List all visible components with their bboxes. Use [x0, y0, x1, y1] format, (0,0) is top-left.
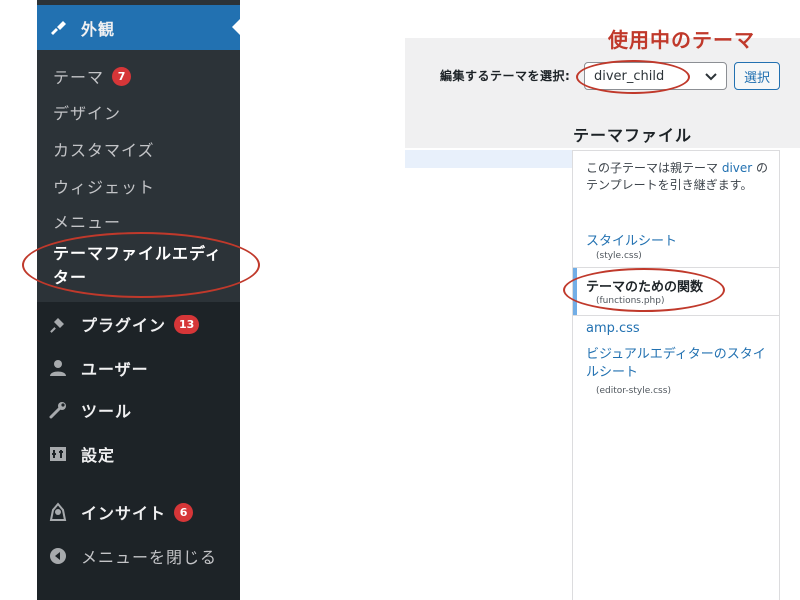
- update-count-badge: 7: [112, 66, 132, 86]
- submenu-item-label: カスタマイズ: [53, 141, 155, 160]
- collapse-menu-label: メニューを閉じる: [81, 548, 218, 567]
- submenu-item-menus[interactable]: メニュー: [53, 209, 121, 233]
- sidebar-item-label: ユーザー: [81, 360, 149, 379]
- settings-icon: [47, 443, 69, 465]
- paintbrush-icon: [47, 17, 69, 39]
- theme-files-heading: テーマファイル: [573, 126, 693, 145]
- current-menu-arrow: [232, 19, 240, 35]
- collapse-icon: [47, 545, 69, 567]
- sidebar-item-insight[interactable]: インサイト 6: [37, 498, 240, 526]
- admin-sidebar: 外観 テーマ 7 デザイン カスタマイズ ウィジェット メニュー テーマファイル…: [37, 0, 240, 600]
- submenu-item-widgets[interactable]: ウィジェット: [53, 174, 155, 198]
- highlight-ellipse-theme-file-editor: [22, 232, 260, 298]
- sidebar-item-label: インサイト: [81, 504, 167, 523]
- sidebar-item-users[interactable]: ユーザー: [37, 354, 240, 382]
- submenu-item-label: デザイン: [53, 104, 122, 123]
- submenu-item-design[interactable]: デザイン: [53, 100, 121, 124]
- sidebar-item-label: 設定: [81, 446, 116, 465]
- user-icon: [47, 357, 69, 379]
- sidebar-item-label: プラグイン: [81, 316, 167, 335]
- child-theme-note: この子テーマは親テーマ diver のテンプレートを引き継ぎます。: [586, 160, 771, 194]
- sidebar-item-settings[interactable]: 設定: [37, 440, 240, 468]
- theme-select-label: 編集するテーマを選択:: [440, 69, 571, 83]
- highlight-ellipse-functions: [563, 268, 725, 312]
- annotation-label-active-theme: 使用中のテーマ: [608, 28, 755, 52]
- sidebar-item-label: ツール: [81, 402, 133, 421]
- file-link-stylesheet[interactable]: スタイルシート: [586, 230, 677, 249]
- wrench-icon: [47, 399, 69, 421]
- file-link-editor-style[interactable]: ビジュアルエディターのスタイルシート: [586, 346, 778, 382]
- chevron-down-icon: [705, 73, 717, 81]
- sidebar-item-label: 外観: [81, 19, 116, 39]
- file-link-amp-css[interactable]: amp.css: [586, 321, 640, 336]
- plugin-update-badge: 13: [174, 314, 200, 334]
- file-name-editor-style: (editor-style.css): [596, 386, 671, 396]
- plugin-icon: [47, 313, 69, 335]
- submenu-item-label: ウィジェット: [53, 178, 156, 197]
- submenu-item-customize[interactable]: カスタマイズ: [53, 137, 155, 161]
- sidebar-item-plugins[interactable]: プラグイン 13: [37, 310, 240, 338]
- file-name-stylesheet: (style.css): [596, 251, 642, 261]
- submenu-item-label: メニュー: [53, 213, 122, 232]
- highlight-ellipse-theme-select: [576, 60, 690, 94]
- select-theme-button[interactable]: 選択: [734, 62, 780, 90]
- sidebar-item-tools[interactable]: ツール: [37, 396, 240, 424]
- submenu-item-label: テーマ: [53, 68, 105, 87]
- collapse-menu-button[interactable]: メニューを閉じる: [37, 542, 240, 570]
- submenu-item-themes[interactable]: テーマ 7: [53, 64, 132, 88]
- sidebar-item-appearance[interactable]: 外観: [37, 5, 240, 50]
- note-text-pre: この子テーマは親テーマ: [586, 161, 722, 175]
- parent-theme-link[interactable]: diver: [722, 161, 752, 175]
- insight-badge: 6: [174, 502, 194, 522]
- editor-line-highlight: [405, 150, 573, 168]
- insight-icon: [47, 501, 69, 523]
